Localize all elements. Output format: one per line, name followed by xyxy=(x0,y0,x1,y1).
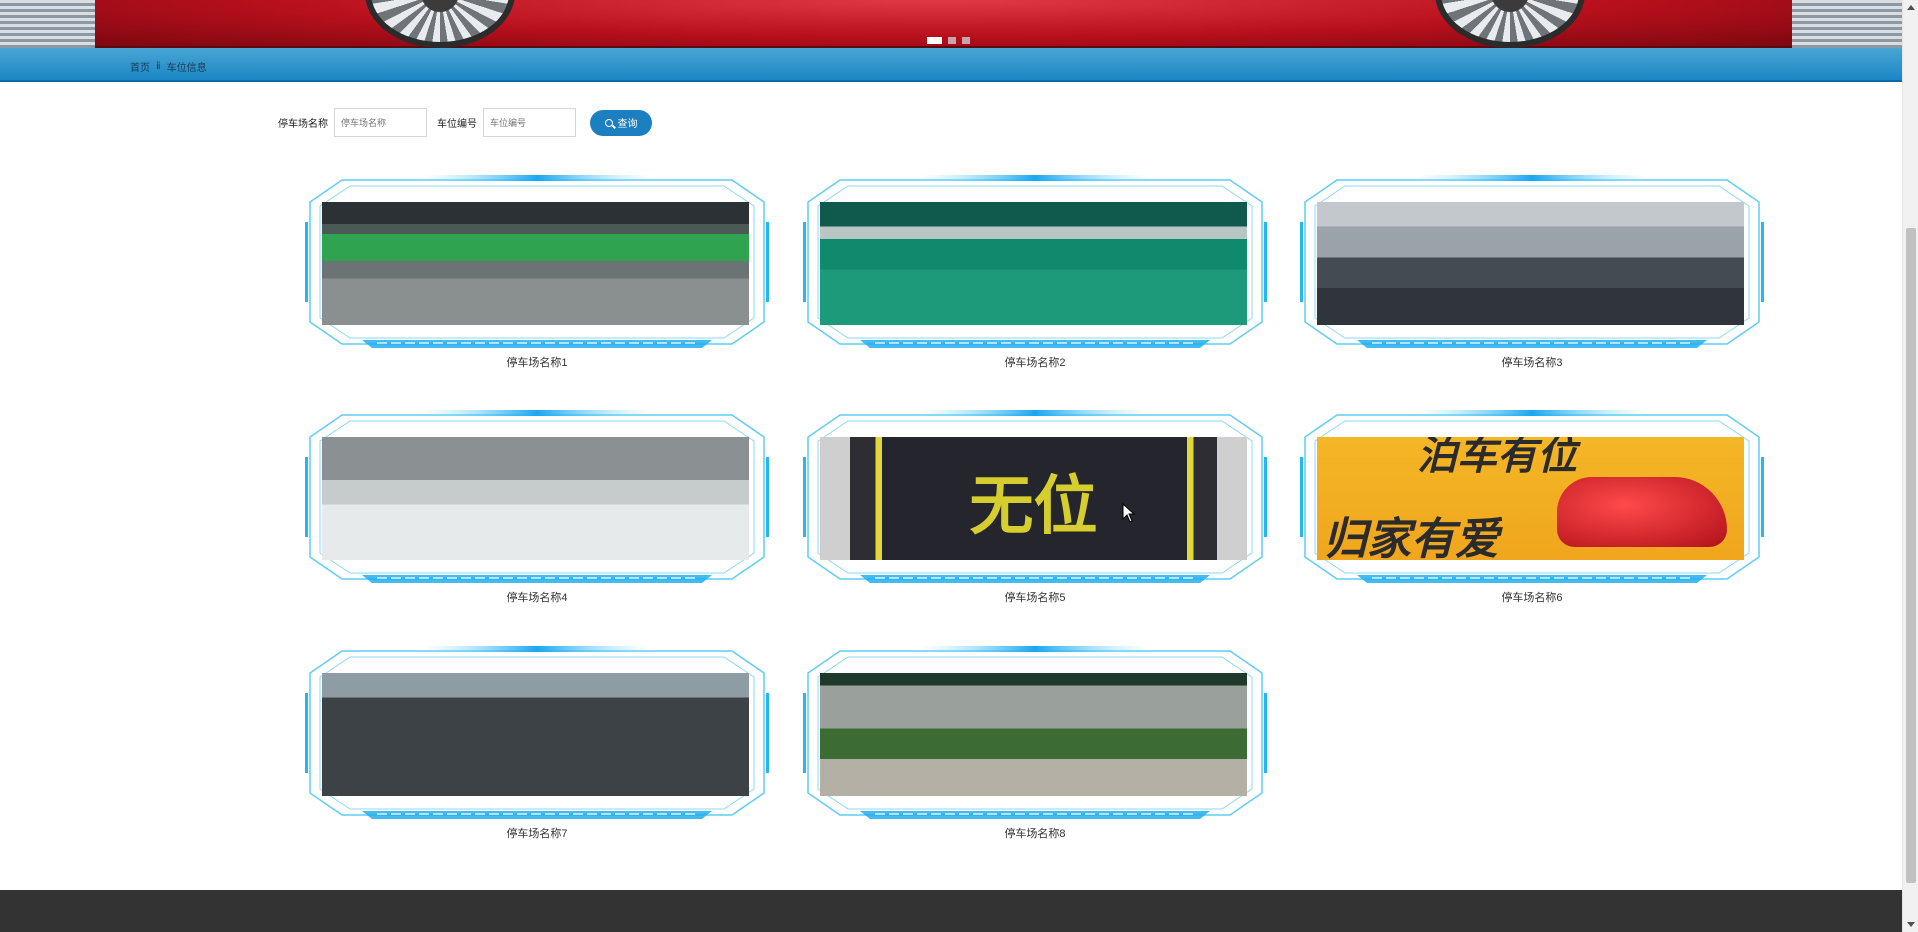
parking-lot-image[interactable] xyxy=(322,673,749,796)
scrollbar-thumb[interactable] xyxy=(1906,228,1916,883)
carousel-dot-3[interactable] xyxy=(962,37,970,44)
parking-name-input[interactable] xyxy=(334,108,427,137)
parking-card[interactable]: 停车场名称1 xyxy=(302,172,772,372)
hero-banner[interactable] xyxy=(0,0,1902,48)
parking-lot-image[interactable] xyxy=(322,202,749,325)
parking-card-label[interactable]: 停车场名称8 xyxy=(800,825,1270,841)
search-form: 停车场名称 车位编号 查询 xyxy=(278,108,652,137)
parking-card-label[interactable]: 停车场名称2 xyxy=(800,354,1270,370)
parking-card[interactable]: 泊车有位归家有爱停车场名称6 xyxy=(1297,407,1767,607)
spot-number-label: 车位编号 xyxy=(437,119,477,130)
poster-text-top: 泊车有位 xyxy=(1417,437,1577,479)
footer xyxy=(0,890,1902,932)
parking-card[interactable]: 停车场名称2 xyxy=(800,172,1270,372)
parking-lot-image[interactable] xyxy=(322,437,749,560)
parking-card-label[interactable]: 停车场名称3 xyxy=(1297,354,1767,370)
car-wheel-icon xyxy=(1435,0,1585,48)
parking-lot-image[interactable] xyxy=(820,202,1247,325)
parking-card-label[interactable]: 停车场名称6 xyxy=(1297,589,1767,605)
car-wheel-icon xyxy=(365,0,515,48)
breadcrumb-home-link[interactable]: 首页 xyxy=(130,59,150,74)
carousel-dot-2[interactable] xyxy=(948,37,956,44)
search-button[interactable]: 查询 xyxy=(590,109,652,136)
parking-lot-image[interactable]: 无位 xyxy=(820,437,1247,560)
breadcrumb-separator: ⅱ xyxy=(156,61,161,72)
parking-card-label[interactable]: 停车场名称1 xyxy=(302,354,772,370)
scroll-down-arrow-icon[interactable] xyxy=(1907,922,1915,927)
search-button-label: 查询 xyxy=(617,119,638,130)
carousel-dot-1[interactable] xyxy=(927,37,942,44)
parking-card[interactable]: 停车场名称4 xyxy=(302,407,772,607)
parking-card[interactable]: 停车场名称8 xyxy=(800,643,1270,843)
breadcrumb-bar: 首页 ⅱ 车位信息 xyxy=(0,48,1902,82)
spot-number-input[interactable] xyxy=(483,108,576,137)
parking-card[interactable]: 无位停车场名称5 xyxy=(800,407,1270,607)
parking-card-label[interactable]: 停车场名称5 xyxy=(800,589,1270,605)
parking-lot-image[interactable]: 泊车有位归家有爱 xyxy=(1317,437,1744,560)
poster-text-bottom: 归家有爱 xyxy=(1323,514,1499,560)
red-sports-car xyxy=(1557,477,1727,547)
parking-lot-image[interactable] xyxy=(1317,202,1744,325)
breadcrumb: 首页 ⅱ 车位信息 xyxy=(130,59,207,74)
parking-card[interactable]: 停车场名称3 xyxy=(1297,172,1767,372)
breadcrumb-current: 车位信息 xyxy=(166,63,207,74)
parking-name-label: 停车场名称 xyxy=(278,119,328,130)
page: 首页 ⅱ 车位信息 停车场名称 车位编号 查询 停车场名称1 xyxy=(0,0,1918,932)
vertical-scrollbar[interactable] xyxy=(1902,0,1918,932)
carousel-indicators xyxy=(927,37,970,44)
parking-card-label[interactable]: 停车场名称7 xyxy=(302,825,772,841)
no-spot-sign-text: 无位 xyxy=(969,470,1098,544)
banner-left-stripes xyxy=(0,0,95,48)
parking-card-label[interactable]: 停车场名称4 xyxy=(302,589,772,605)
banner-right-stripes xyxy=(1792,0,1902,48)
scroll-up-arrow-icon[interactable] xyxy=(1907,5,1915,10)
mouse-pointer-icon xyxy=(1122,503,1136,523)
parking-lot-image[interactable] xyxy=(820,673,1247,796)
search-icon xyxy=(604,118,613,127)
parking-card[interactable]: 停车场名称7 xyxy=(302,643,772,843)
